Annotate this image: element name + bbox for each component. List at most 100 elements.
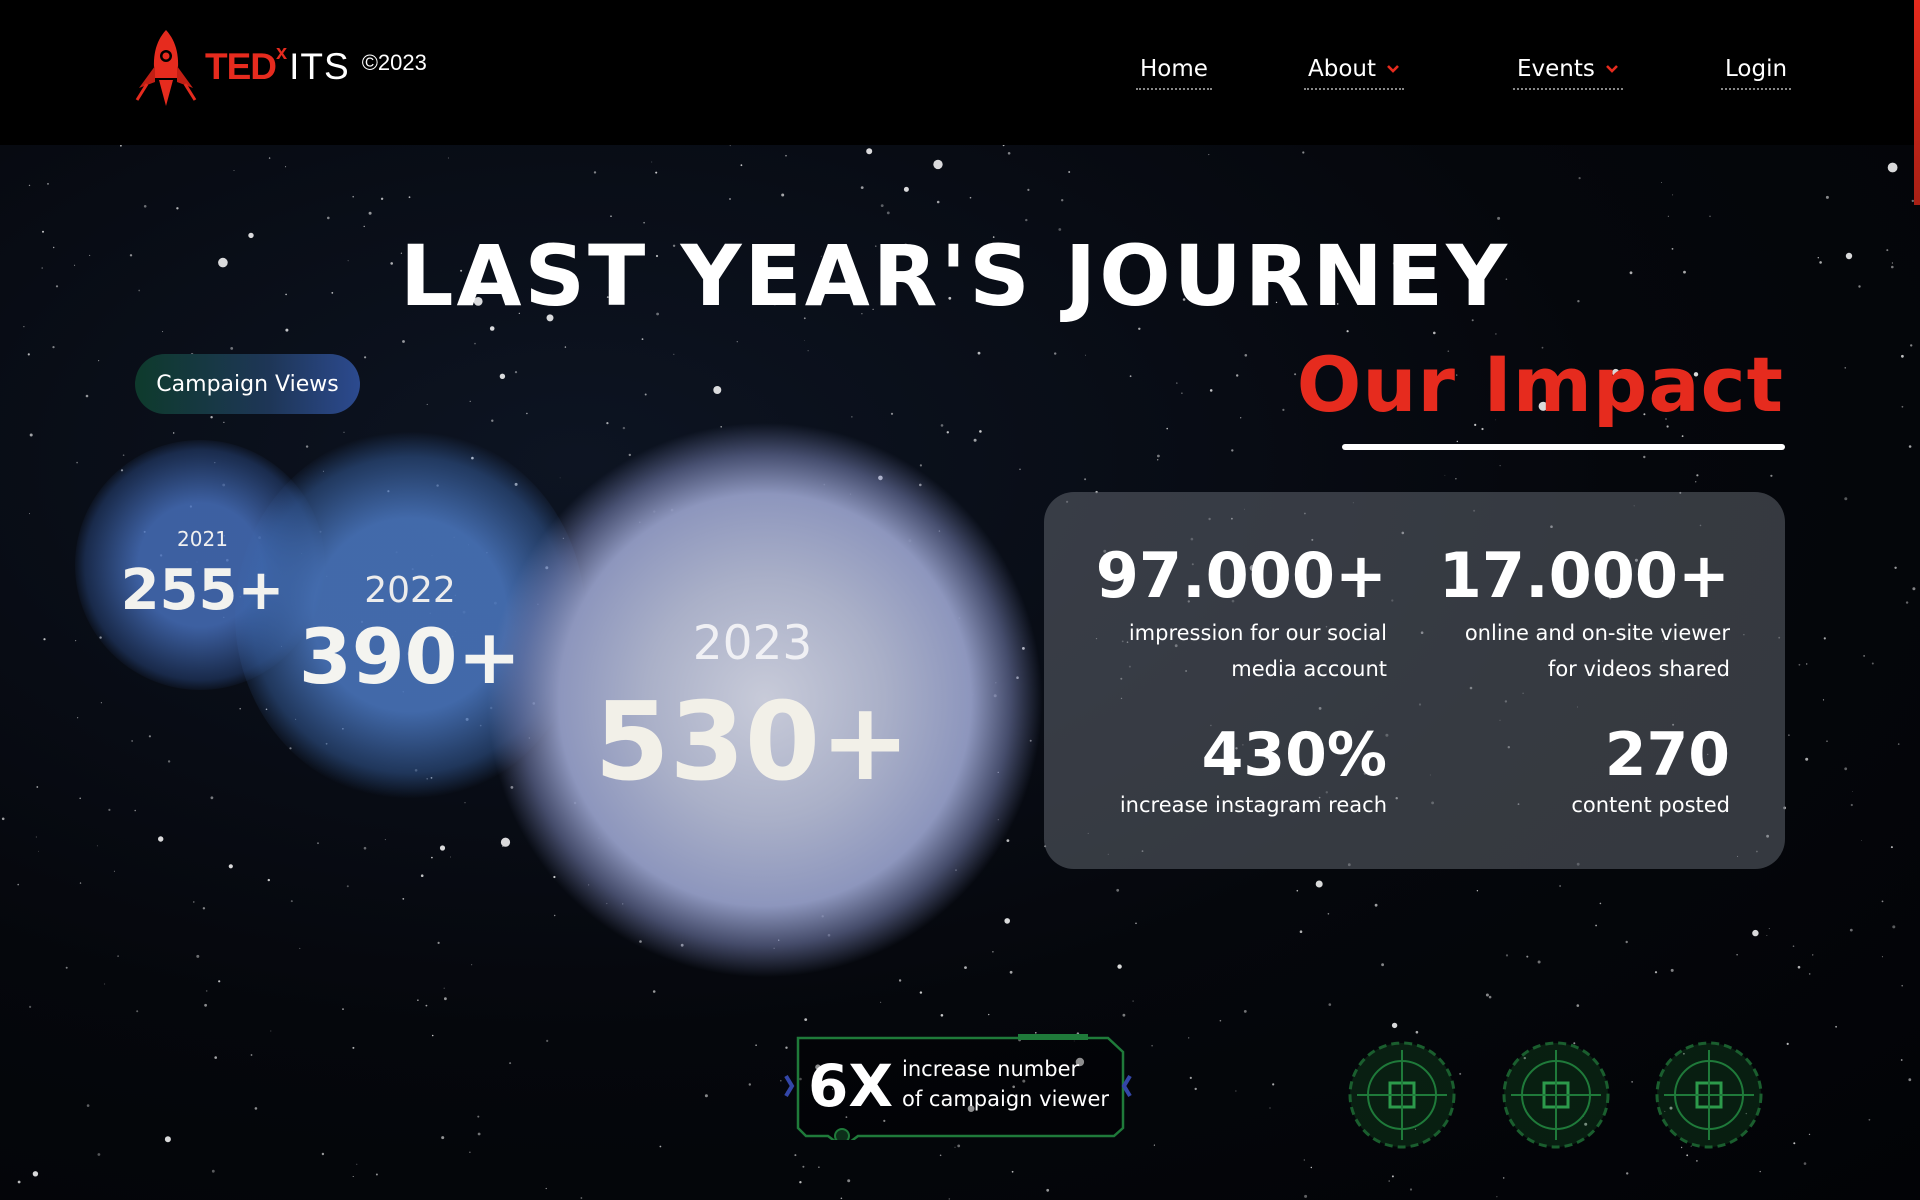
star-dot [343,431,345,433]
star-dot [499,373,506,379]
star-dot [1526,955,1529,958]
star-dot [802,1165,805,1168]
nav-home-link[interactable]: Home [1136,56,1212,90]
star-dot [866,148,873,155]
metric-label-line: increase instagram reach [1119,793,1387,817]
top-navbar: TED x ITS ©2023 Home About Events Login [0,0,1920,145]
star-dot [85,394,89,398]
star-dot [447,157,449,159]
year-2022-label: 2022 [364,570,456,611]
brand-logo[interactable]: TED x ITS ©2023 [133,26,427,108]
star-dot [444,997,447,1001]
star-dot [1085,354,1086,356]
star-dot [580,1197,583,1199]
star-dot [1868,1118,1871,1121]
star-dot [352,1046,355,1049]
star-dot [1686,1154,1689,1157]
star-dot [28,184,31,187]
star-dot [120,145,122,147]
star-dot [100,702,102,704]
nav-home-label: Home [1140,56,1208,82]
star-dot [1912,587,1916,591]
star-dot [886,211,890,215]
star-dot [610,215,612,217]
star-dot [954,1146,956,1148]
star-dot [1863,655,1865,657]
star-dot [211,1169,215,1173]
star-dot [164,1136,171,1143]
star-dot [804,1018,808,1021]
campaign-views-pill[interactable]: Campaign Views [135,354,360,414]
star-dot [167,760,171,763]
star-dot [1559,885,1561,887]
star-dot [1881,956,1883,958]
star-dot [346,885,349,888]
star-dot [1294,373,1297,376]
star-dot [1,817,5,821]
star-dot [305,445,309,448]
star-dot [509,1062,512,1065]
star-dot [880,204,884,207]
star-dot [1374,903,1378,907]
radar-target-icon [1348,1041,1456,1149]
star-dot [1497,216,1501,220]
star-dot [946,431,949,434]
star-dot [1808,1133,1811,1136]
nav-events-dropdown[interactable]: Events [1513,56,1623,90]
nav-about-dropdown[interactable]: About [1304,56,1405,90]
star-dot [1599,902,1602,905]
star-dot [880,1001,882,1003]
star-dot [1269,1107,1271,1109]
star-dot [818,1166,820,1168]
star-dot [233,170,235,171]
star-dot [1670,968,1674,972]
star-dot [1304,1194,1308,1198]
star-dot [1391,1175,1394,1178]
metric-label-line: media account [1231,657,1387,681]
star-dot [890,412,894,415]
star-dot [1068,171,1071,173]
star-dot [1157,454,1160,458]
star-dot [1892,925,1896,929]
star-dot [29,433,33,437]
star-dot [76,461,78,464]
star-dot [285,328,289,332]
star-dot [17,883,20,886]
star-dot [1861,840,1862,841]
star-dot [1625,940,1628,944]
metric-value: 97.000+ [1095,539,1387,612]
star-dot [1798,663,1801,666]
star-dot [47,183,49,185]
star-dot [1887,162,1898,173]
star-dot [122,454,125,457]
metric-label-line: for videos shared [1547,657,1730,681]
star-dot [1910,344,1913,347]
star-dot [1296,889,1299,892]
star-dot [1672,194,1674,196]
star-dot [1908,445,1912,448]
impact-underline [1342,444,1785,450]
star-dot [1631,1081,1633,1083]
star-dot [1328,1003,1332,1006]
star-dot [477,1132,481,1136]
star-dot [554,914,556,917]
star-dot [1792,945,1795,947]
star-dot [1194,1087,1197,1091]
scrollbar-thumb[interactable] [1914,0,1920,205]
nav-login-link[interactable]: Login [1721,56,1792,90]
star-dot [1138,327,1141,330]
star-dot [973,438,977,442]
star-dot [1002,145,1005,147]
star-dot [659,1145,662,1148]
star-dot [651,161,653,163]
star-dot [86,1104,90,1107]
star-dot [1844,497,1848,501]
brand-year-text: ©2023 [361,50,427,75]
star-dot [1388,1180,1390,1182]
nav-events-label: Events [1517,56,1595,82]
star-dot [1004,918,1010,924]
star-dot [239,707,241,710]
star-dot [1752,929,1759,937]
radar-target-icon [1502,1041,1610,1149]
star-dot [117,955,119,957]
